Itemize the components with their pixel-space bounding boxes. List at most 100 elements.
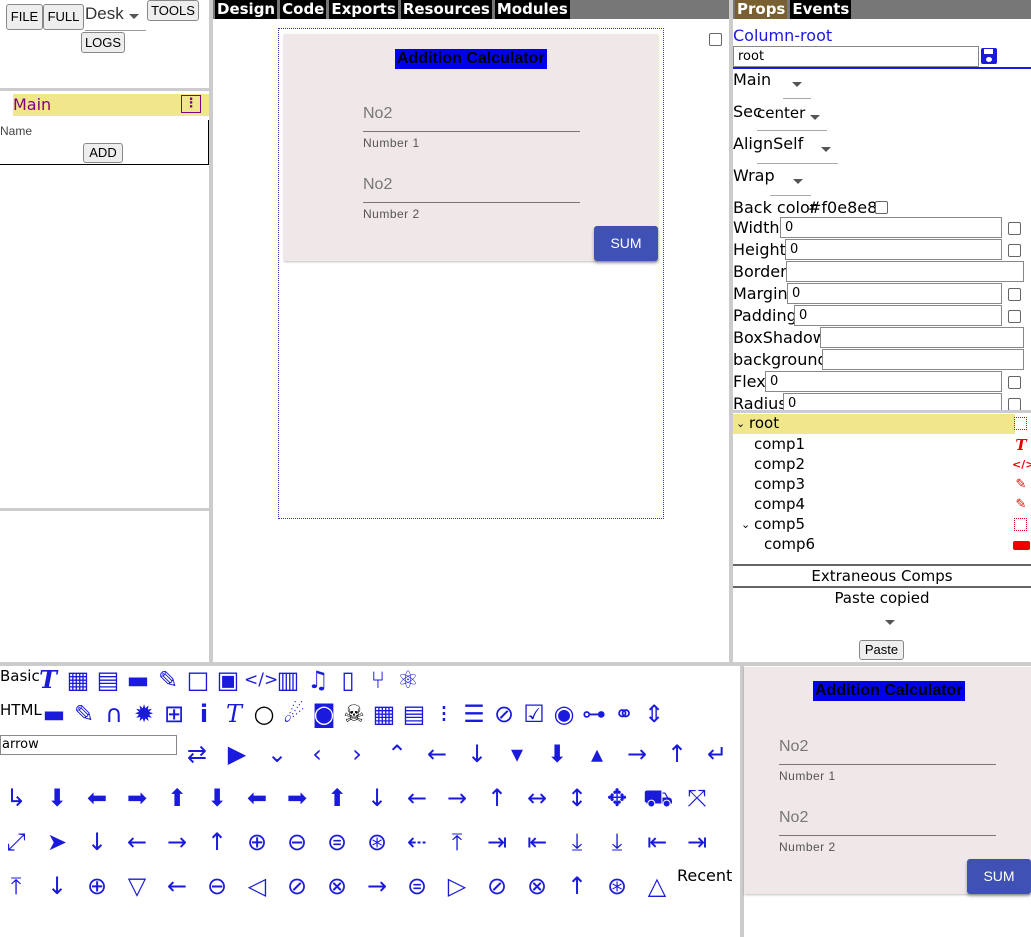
slider-icon[interactable]: ⊶ [580,700,608,728]
tab-design[interactable]: Design [215,0,278,19]
arrow-forward-icon[interactable]: → [623,740,651,768]
arrow-back-icon[interactable]: ← [423,740,451,768]
image-icon[interactable]: ▣ [214,666,242,694]
radio-button-icon[interactable]: ◉ [550,700,578,728]
table-icon[interactable]: ▦ [370,700,398,728]
arrow-down-icon[interactable]: ↓ [363,784,391,812]
gamepad-icon[interactable]: ▬ [124,666,152,694]
preview-sum-button[interactable]: SUM [967,859,1031,894]
chevron-down-icon[interactable]: ⌄ [263,740,291,768]
margin-input[interactable]: 0 [787,283,1002,304]
react-icon[interactable]: ⚛ [394,666,422,694]
tune-icon[interactable]: ☰ [460,700,488,728]
arrow-bar-down-icon[interactable]: ⤓ [603,828,631,856]
chevron-right-icon[interactable]: › [343,740,371,768]
arrow-circle-down-icon[interactable]: ⬇ [43,784,71,812]
width-checkbox[interactable] [1008,222,1021,235]
arrow-circle-up-icon[interactable]: ⬆ [323,784,351,812]
map-icon[interactable]: ▯ [334,666,362,694]
text-box-icon[interactable]: ▤ [400,700,428,728]
file-button[interactable]: FILE [6,4,43,30]
extraneous-comps[interactable]: Extraneous Comps [733,567,1031,585]
arrow-left-icon[interactable]: ← [403,784,431,812]
arrow-drop-down-icon[interactable]: ▾ [503,740,531,768]
height-input[interactable]: 0 [785,239,1002,260]
expand-icon[interactable]: ⌄ [736,414,745,434]
circle-icon[interactable]: ○ [250,700,278,728]
sec-select[interactable]: center [757,104,827,130]
edit-icon[interactable]: ✎ [70,700,98,728]
arrow-to-left-icon[interactable]: ⇤ [523,828,551,856]
radio-icon[interactable]: ◙ [310,700,338,728]
arrow-right-circle-icon[interactable]: ⊜ [403,872,431,900]
link-icon[interactable]: ⚭ [610,700,638,728]
name-field-label[interactable]: Name [0,124,32,138]
backcolor-checkbox[interactable] [875,201,888,214]
tree-label-comp1[interactable]: comp1 [754,435,805,453]
arrow-circle-up-icon[interactable]: ⬆ [163,784,191,812]
chevron-up-icon[interactable]: ⌃ [383,740,411,768]
arrow-down-left-circle-icon[interactable]: ⊘ [283,872,311,900]
location-arrow-icon[interactable]: ➤ [43,828,71,856]
tree-label-comp5[interactable]: comp5 [754,515,805,533]
checkbox-icon[interactable]: ☑ [520,700,548,728]
no-signal-icon[interactable]: ⊘ [490,700,518,728]
cart-arrow-down-icon[interactable]: ⛟ [643,784,673,812]
arrows-horizontal-icon[interactable]: ↔ [523,784,551,812]
paste-button[interactable]: Paste [859,640,904,660]
device-select[interactable]: Desk [85,2,146,31]
arrow-circle-left-icon[interactable]: ⬅ [243,784,271,812]
arrow-left-thin-icon[interactable]: ⇠ [403,828,431,856]
badge-icon[interactable]: ✹ [130,700,158,728]
chip-icon[interactable]: ⊞ [160,700,188,728]
arrow-up-icon[interactable]: ↑ [483,784,511,812]
row-icon[interactable]: ▤ [94,666,122,694]
arrow-circle-right-outline-icon[interactable]: ⊜ [323,828,351,856]
unfold-icon[interactable]: ⇕ [640,700,668,728]
music-icon[interactable]: ♫ [304,666,332,694]
text-icon[interactable]: T [34,666,62,694]
chevron-left-icon[interactable]: ‹ [303,740,331,768]
square-icon[interactable]: □ [184,666,212,694]
arrow-circle-up-outline-icon[interactable]: ⊛ [363,828,391,856]
arrows-vertical-icon[interactable]: ↕ [563,784,591,812]
margin-checkbox[interactable] [1008,288,1021,301]
code-icon[interactable]: </> [244,666,278,694]
arrow-to-right-icon[interactable]: ⇥ [483,828,511,856]
paste-select[interactable] [860,615,900,631]
flex-input[interactable]: 0 [765,371,1002,392]
width-input[interactable]: 0 [780,217,1002,238]
compare-arrows-icon[interactable]: ⇄ [183,740,211,768]
canvas-checkbox[interactable] [709,33,722,46]
tree-label-comp6[interactable]: comp6 [764,535,815,553]
number2-input[interactable]: No2 [363,176,392,194]
icon-search-input[interactable]: arrow [0,735,177,755]
toggle-icon[interactable]: ⁝ [430,700,458,728]
triangle-up-icon[interactable]: △ [643,872,671,900]
arrow-bar-left-icon[interactable]: ⇤ [643,828,671,856]
card-title[interactable]: Addition Calculator [395,49,547,69]
expand-icon[interactable]: ⌄ [741,515,750,535]
triangle-left-icon[interactable]: ◁ [243,872,271,900]
arrow-up-right-circle-icon[interactable]: ⊗ [523,872,551,900]
movie-icon[interactable]: ▥ [274,666,302,694]
arrow-circle-right-icon[interactable]: ➡ [123,784,151,812]
arrow-drop-up-icon[interactable]: ▴ [583,740,611,768]
text-icon[interactable]: T [220,700,248,728]
badge-icon[interactable]: ☠ [340,700,368,728]
long-arrow-right-icon[interactable]: → [163,828,191,856]
tab-props[interactable]: Props [735,0,788,19]
tab-exports[interactable]: Exports [329,0,398,19]
info-icon[interactable]: i [190,700,218,728]
arrow-to-bottom-icon[interactable]: ⤓ [563,828,591,856]
arrow-down-circle-icon[interactable]: ⊕ [83,872,111,900]
more-vert-icon[interactable]: ⋮ [181,95,201,113]
arrow-right-icon[interactable]: → [443,784,471,812]
column-icon[interactable]: ▦ [64,666,92,694]
radius-input[interactable]: 0 [783,393,1002,411]
arrow-circle-down-outline-icon[interactable]: ⊕ [243,828,271,856]
triangle-right-icon[interactable]: ▷ [443,872,471,900]
logs-button[interactable]: LOGS [81,32,125,53]
arrow-left-thin-icon[interactable]: ← [163,872,191,900]
arrow-right-icon[interactable]: ▶ [223,740,251,768]
